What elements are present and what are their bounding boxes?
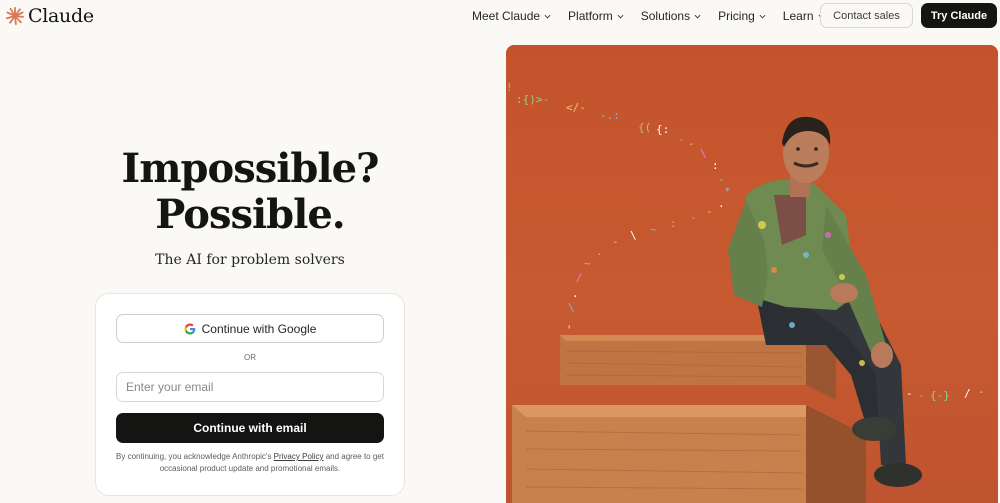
chevron-down-icon — [759, 14, 766, 18]
hero-photo: ! :{)>- </- -.: {( {: . - \ : - * . - - … — [506, 45, 998, 503]
svg-text:-: - — [906, 387, 913, 400]
svg-text:\: \ — [568, 301, 575, 314]
chevron-down-icon — [544, 14, 551, 18]
svg-text:,: , — [566, 317, 573, 330]
svg-text:{-}: {-} — [930, 389, 950, 402]
svg-text::{)>-: :{)>- — [516, 93, 549, 106]
svg-text:.: . — [572, 287, 579, 300]
chevron-down-icon — [694, 14, 701, 18]
main-nav: Meet Claude Platform Solutions Pricing L… — [472, 0, 842, 32]
svg-text:/: / — [964, 387, 971, 400]
google-button-label: Continue with Google — [201, 321, 317, 336]
svg-text:/: / — [576, 271, 583, 284]
hero-title: Impossible? Possible. — [100, 146, 400, 238]
hero-title-line-1: Impossible? — [121, 145, 380, 192]
svg-text::: : — [670, 217, 677, 230]
hero-subtitle: The AI for problem solvers — [155, 252, 345, 268]
svg-text:\: \ — [630, 229, 637, 242]
svg-text:-: - — [688, 137, 695, 150]
email-field[interactable] — [116, 372, 384, 402]
svg-text:.: . — [596, 245, 603, 258]
nav-meet-claude[interactable]: Meet Claude — [472, 9, 551, 23]
svg-text:</-: </- — [566, 101, 586, 114]
nav-label: Solutions — [640, 9, 691, 23]
try-claude-button[interactable]: Try Claude — [921, 3, 997, 28]
or-divider: OR — [244, 353, 256, 362]
hero-title-line-2: Possible. — [155, 191, 345, 238]
svg-text:{(: {( — [638, 121, 651, 134]
svg-text:!: ! — [506, 81, 513, 94]
hero-illustration: ! :{)>- </- -.: {( {: . - \ : - * . - - … — [506, 81, 985, 503]
svg-text:~: ~ — [584, 257, 591, 270]
continue-with-email-button[interactable]: Continue with email — [116, 413, 384, 443]
nav-label: Pricing — [718, 9, 755, 23]
nav-platform[interactable]: Platform — [568, 9, 624, 23]
svg-text:.: . — [678, 131, 685, 144]
nav-solutions[interactable]: Solutions — [641, 9, 701, 23]
wooden-steps — [512, 335, 866, 503]
nav-label: Meet Claude — [472, 9, 541, 23]
svg-text:.: . — [918, 387, 925, 400]
svg-text:-: - — [706, 205, 713, 218]
svg-text:.: . — [718, 197, 725, 210]
google-icon — [184, 323, 195, 334]
chevron-down-icon — [617, 14, 624, 18]
claude-spark-icon — [6, 7, 24, 25]
legal-prefix: By continuing, you acknowledge Anthropic… — [116, 452, 272, 461]
svg-text::: : — [712, 159, 719, 172]
continue-with-google-button[interactable]: Continue with Google — [116, 314, 384, 343]
svg-text:-: - — [690, 211, 697, 224]
nav-pricing[interactable]: Pricing — [718, 9, 766, 23]
svg-text:-.:: -.: — [600, 109, 620, 122]
svg-text:{:: {: — [656, 123, 669, 136]
svg-text:~: ~ — [650, 223, 657, 236]
contact-sales-button[interactable]: Contact sales — [820, 3, 913, 28]
nav-label: Platform — [568, 9, 613, 23]
privacy-policy-link[interactable]: Privacy Policy — [274, 452, 324, 461]
svg-text:-: - — [612, 235, 619, 248]
nav-learn[interactable]: Learn — [783, 9, 825, 23]
nav-label: Learn — [782, 9, 814, 23]
logo-text: Claude — [28, 5, 94, 27]
top-nav-bar: Claude Meet Claude Platform Solutions Pr… — [0, 0, 1000, 32]
svg-text:*: * — [724, 185, 731, 198]
svg-text:\: \ — [700, 147, 707, 160]
svg-text:-: - — [978, 385, 985, 398]
legal-disclaimer: By continuing, you acknowledge Anthropic… — [110, 451, 390, 475]
claude-logo[interactable]: Claude — [6, 4, 94, 28]
signup-card: Continue with Google OR Continue with em… — [95, 293, 405, 496]
